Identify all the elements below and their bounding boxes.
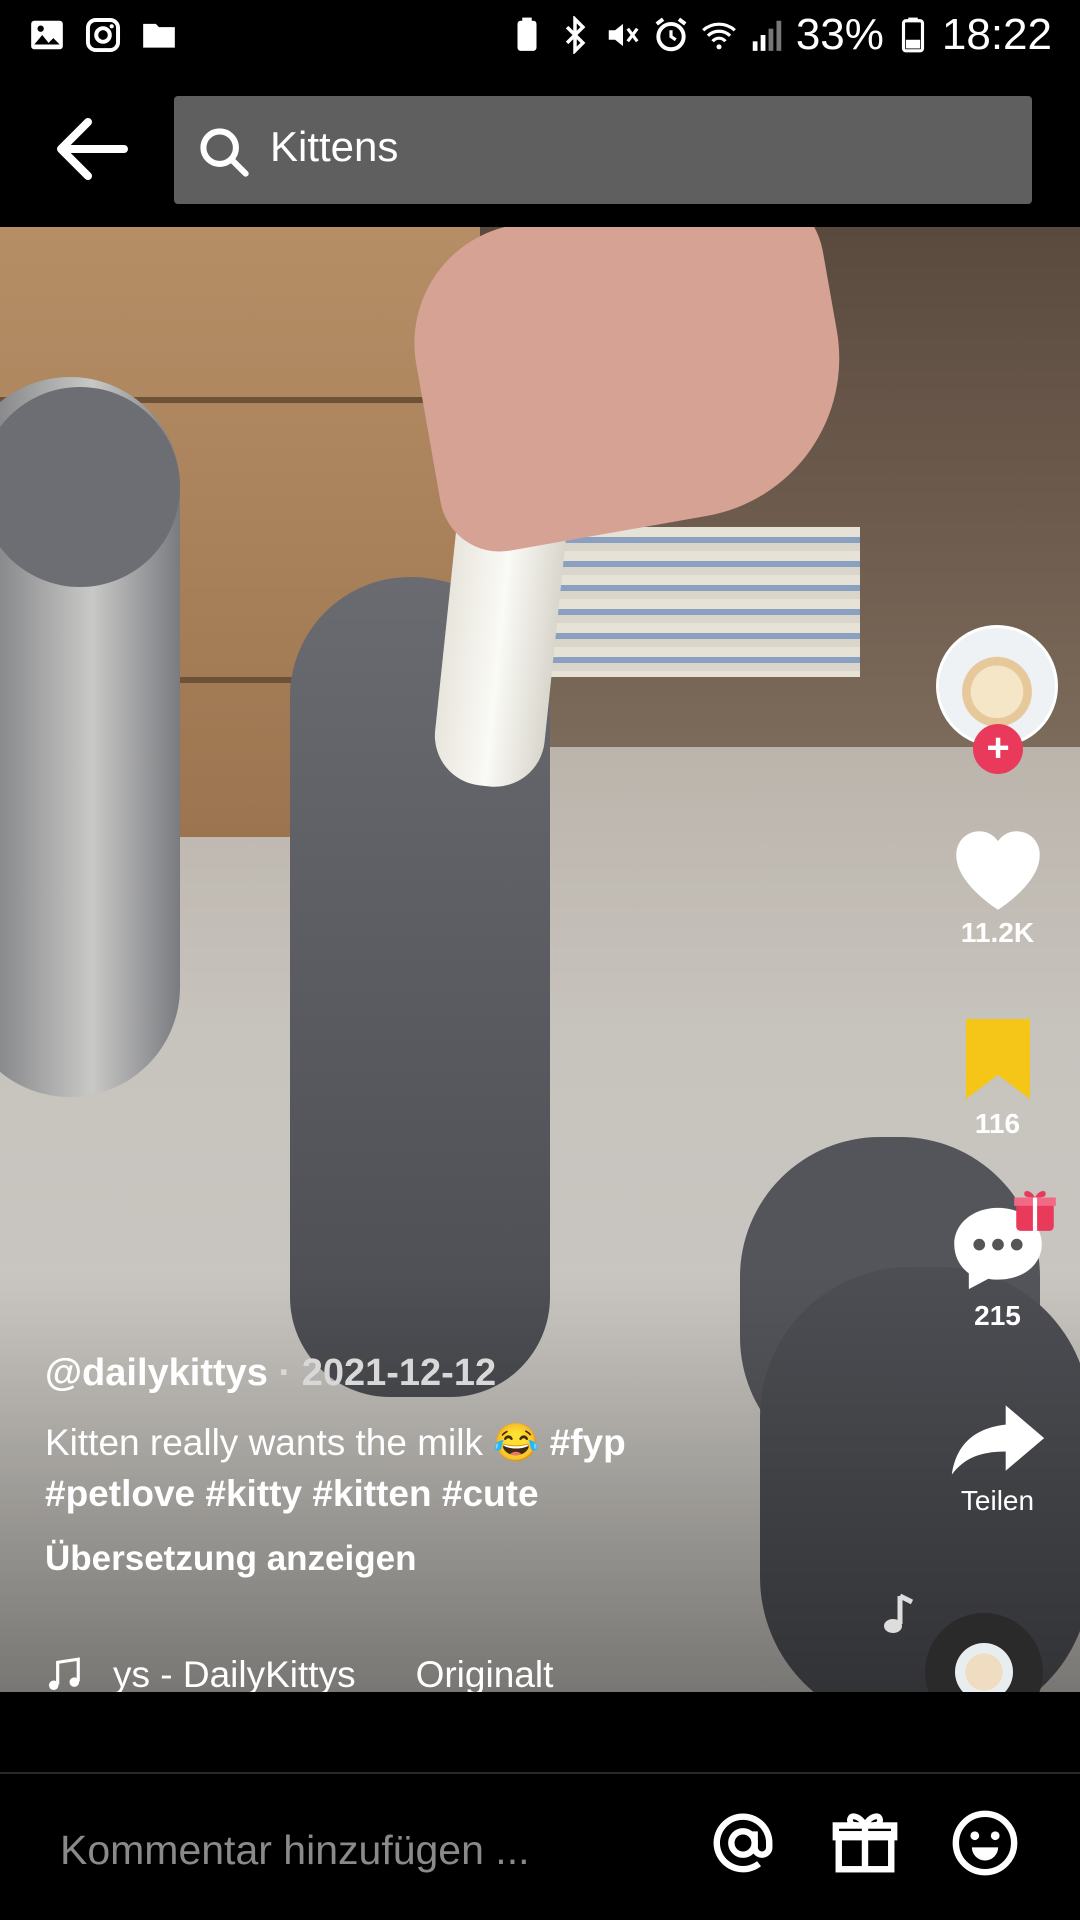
emoji-icon[interactable] bbox=[950, 1808, 1020, 1878]
mute-icon bbox=[608, 23, 639, 47]
divider bbox=[0, 1772, 1080, 1774]
folder-icon bbox=[143, 23, 175, 48]
alarm-icon bbox=[655, 17, 687, 52]
hashtag[interactable]: #cute bbox=[442, 1473, 539, 1514]
battery-icon bbox=[901, 17, 924, 53]
comment-bar: Kommentar hinzufügen ... bbox=[0, 1692, 1080, 1920]
floating-music-note-icon bbox=[884, 1593, 914, 1633]
hashtag[interactable]: #kitten bbox=[312, 1473, 431, 1514]
signal-icon bbox=[752, 20, 782, 51]
mention-at-icon[interactable] bbox=[708, 1808, 778, 1878]
gift-icon[interactable] bbox=[830, 1808, 900, 1878]
like-button[interactable]: 11.2K bbox=[930, 820, 1065, 949]
gallery-icon bbox=[31, 20, 63, 50]
show-translation-link[interactable]: Übersetzung anzeigen bbox=[45, 1539, 745, 1579]
post-date: 2021-12-12 bbox=[301, 1352, 497, 1394]
battery-percent: 33% bbox=[795, 10, 884, 59]
status-bar: 33% 18:22 bbox=[0, 0, 1080, 72]
search-query: Kittens bbox=[270, 123, 399, 170]
music-original-sound: Originalt bbox=[415, 1654, 554, 1695]
like-count: 11.2K bbox=[960, 917, 1035, 948]
video-caption: @dailykittys · 2021-12-12 Kitten really … bbox=[45, 1352, 745, 1579]
separator: · bbox=[267, 1352, 302, 1394]
notification-icons bbox=[28, 16, 178, 54]
system-icons: 33% 18:22 bbox=[508, 10, 1052, 60]
search-input[interactable]: Kittens bbox=[174, 96, 1032, 204]
comment-count: 215 bbox=[974, 1300, 1021, 1331]
video-background-books bbox=[540, 527, 860, 677]
instagram-icon bbox=[85, 17, 121, 53]
share-label: Teilen bbox=[960, 1485, 1035, 1516]
heart-icon bbox=[955, 831, 1040, 910]
share-button[interactable]: Teilen bbox=[930, 1400, 1065, 1517]
wifi-icon bbox=[701, 22, 736, 50]
clock: 18:22 bbox=[941, 10, 1052, 59]
author-username[interactable]: @dailykittys bbox=[45, 1352, 268, 1394]
follow-button[interactable]: + bbox=[973, 724, 1023, 774]
search-header: Kittens bbox=[0, 72, 1080, 227]
hashtag[interactable]: #fyp bbox=[550, 1422, 626, 1463]
bookmark-button[interactable]: 116 bbox=[930, 1015, 1065, 1140]
hashtag[interactable]: #petlove bbox=[45, 1473, 195, 1514]
share-arrow-icon bbox=[951, 1405, 1044, 1475]
battery-saver-icon bbox=[517, 17, 537, 51]
author-line: @dailykittys · 2021-12-12 bbox=[45, 1352, 745, 1395]
comment-input[interactable]: Kommentar hinzufügen ... bbox=[60, 1827, 529, 1874]
music-note-icon bbox=[48, 1657, 80, 1691]
search-icon bbox=[200, 128, 249, 177]
bluetooth-icon bbox=[565, 16, 586, 54]
caption-body: Kitten really wants the milk 😂 bbox=[45, 1422, 550, 1463]
caption-text: Kitten really wants the milk 😂 #fyp #pet… bbox=[45, 1417, 745, 1519]
gift-badge-icon[interactable] bbox=[1010, 1185, 1060, 1235]
bookmark-icon bbox=[965, 1019, 1030, 1099]
bookmark-count: 116 bbox=[974, 1108, 1021, 1139]
music-title: ys - DailyKittys bbox=[113, 1654, 356, 1695]
hashtag[interactable]: #kitty bbox=[205, 1473, 302, 1514]
back-arrow-icon[interactable] bbox=[52, 114, 132, 184]
